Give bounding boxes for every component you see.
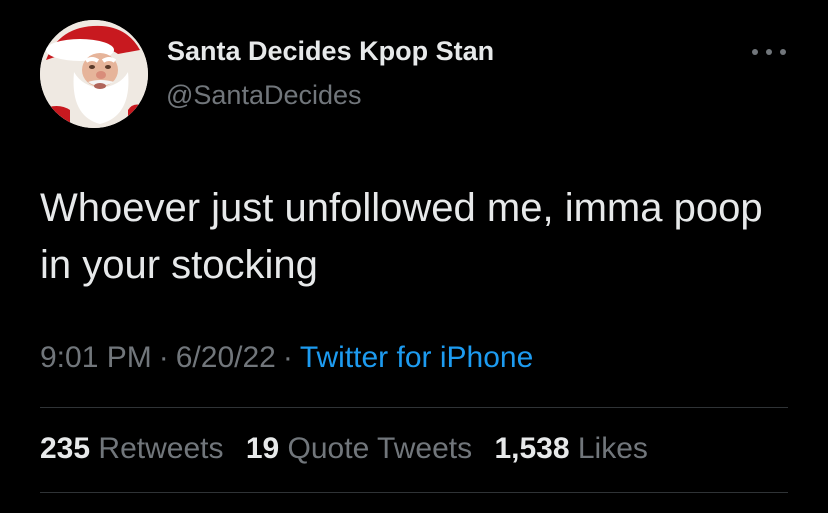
display-name[interactable]: Santa Decides Kpop Stan bbox=[167, 36, 494, 67]
tweet-detail: Santa Decides Kpop Stan @SantaDecides Wh… bbox=[0, 0, 828, 513]
tweet-metadata: 9:01 PM · 6/20/22 · Twitter for iPhone bbox=[40, 341, 533, 375]
likes-stat[interactable]: 1,538 Likes bbox=[494, 432, 647, 465]
likes-count: 1,538 bbox=[494, 432, 570, 465]
likes-label: Likes bbox=[577, 432, 648, 465]
engagement-stats: 235 Retweets 19 Quote Tweets 1,538 Likes bbox=[40, 432, 662, 466]
username-handle[interactable]: @SantaDecides bbox=[166, 80, 362, 111]
tweet-text: Whoever just unfollowed me, imma poop in… bbox=[40, 186, 763, 287]
more-options-icon[interactable] bbox=[752, 42, 786, 62]
dot-icon bbox=[780, 49, 786, 55]
retweets-stat[interactable]: 235 Retweets bbox=[40, 432, 223, 465]
divider bbox=[40, 407, 788, 408]
meta-separator: · bbox=[282, 341, 293, 374]
quote-tweets-stat[interactable]: 19 Quote Tweets bbox=[246, 432, 472, 465]
tweet-source-link[interactable]: Twitter for iPhone bbox=[300, 341, 533, 374]
dot-icon bbox=[766, 49, 772, 55]
quote-tweets-label: Quote Tweets bbox=[287, 432, 473, 465]
avatar[interactable] bbox=[40, 20, 148, 128]
tweet-time[interactable]: 9:01 PM bbox=[40, 341, 152, 374]
divider bbox=[40, 492, 788, 493]
dot-icon bbox=[752, 49, 758, 55]
retweets-label: Retweets bbox=[98, 432, 224, 465]
retweets-count: 235 bbox=[40, 432, 91, 465]
santa-claus-icon bbox=[40, 20, 148, 128]
tweet-date[interactable]: 6/20/22 bbox=[176, 341, 276, 374]
quote-tweets-count: 19 bbox=[245, 432, 280, 465]
meta-separator: · bbox=[158, 341, 169, 374]
